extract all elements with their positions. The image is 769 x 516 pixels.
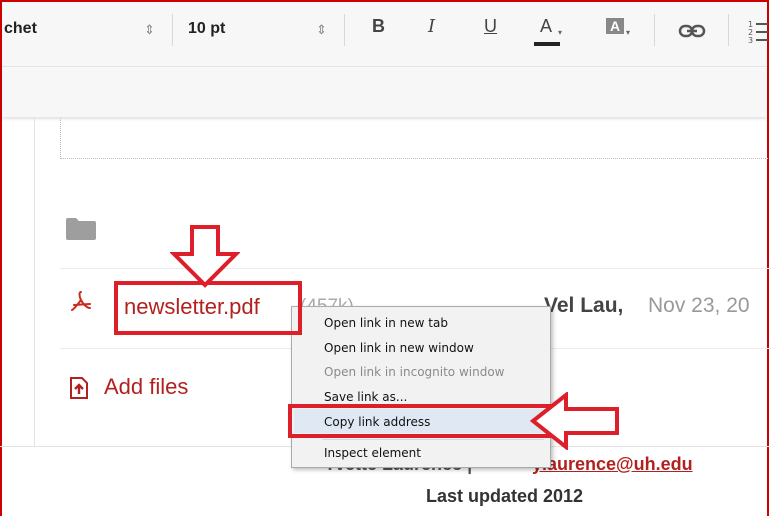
left-arrow-icon bbox=[530, 392, 619, 450]
chevron-down-icon: ▾ bbox=[558, 28, 563, 37]
down-arrow-icon bbox=[170, 225, 240, 288]
row-divider bbox=[60, 268, 769, 269]
bold-button[interactable]: B bbox=[372, 16, 385, 37]
file-owner: Vel Lau, bbox=[544, 294, 624, 317]
file-date: Nov 23, 20 bbox=[648, 294, 750, 317]
footer-updated: Last updated 2012 bbox=[426, 486, 584, 506]
menu-separator bbox=[322, 439, 544, 440]
underline-button[interactable]: U bbox=[484, 16, 497, 37]
toolbar-divider bbox=[344, 14, 345, 46]
editor-area[interactable] bbox=[60, 118, 769, 159]
toolbar-divider bbox=[728, 14, 729, 46]
font-size-select[interactable]: 10 pt bbox=[188, 20, 225, 38]
toolbar-divider bbox=[654, 14, 655, 46]
content-border bbox=[34, 118, 35, 446]
text-color-button[interactable]: A bbox=[540, 16, 552, 37]
toolbar-panel bbox=[2, 67, 767, 117]
format-toolbar: chet ⇕ 10 pt ⇕ B I U A ▾ A ▾ 1 2 3 bbox=[2, 2, 768, 67]
menu-item-open-new-tab[interactable]: Open link in new tab bbox=[324, 316, 448, 330]
text-color-swatch bbox=[534, 42, 560, 46]
font-family-select[interactable]: chet bbox=[4, 20, 37, 38]
toolbar-divider bbox=[172, 14, 173, 46]
add-file-icon[interactable] bbox=[70, 377, 88, 399]
italic-button[interactable]: I bbox=[428, 16, 435, 37]
font-size-spinner-icon[interactable]: ⇕ bbox=[316, 22, 327, 38]
annotation-box-file bbox=[114, 281, 302, 335]
svg-text:3: 3 bbox=[748, 36, 753, 44]
menu-item-save-link-as[interactable]: Save link as... bbox=[324, 390, 407, 404]
numbered-list-icon[interactable]: 1 2 3 bbox=[748, 18, 768, 44]
context-menu: Open link in new tab Open link in new wi… bbox=[291, 306, 551, 468]
menu-item-inspect-element[interactable]: Inspect element bbox=[324, 446, 421, 460]
folder-icon[interactable] bbox=[66, 218, 96, 240]
pdf-icon bbox=[71, 291, 91, 311]
link-icon[interactable] bbox=[678, 24, 706, 38]
font-family-spinner-icon[interactable]: ⇕ bbox=[144, 22, 155, 38]
footer-email-link[interactable]: ylaurence@uh.edu bbox=[532, 454, 693, 475]
highlight-color-button[interactable]: A bbox=[606, 18, 624, 34]
add-files-link[interactable]: Add files bbox=[104, 374, 188, 400]
menu-item-open-incognito: Open link in incognito window bbox=[324, 365, 505, 379]
annotation-box-copy-link bbox=[288, 404, 552, 438]
menu-item-open-new-window[interactable]: Open link in new window bbox=[324, 341, 474, 355]
chevron-down-icon: ▾ bbox=[626, 28, 631, 37]
